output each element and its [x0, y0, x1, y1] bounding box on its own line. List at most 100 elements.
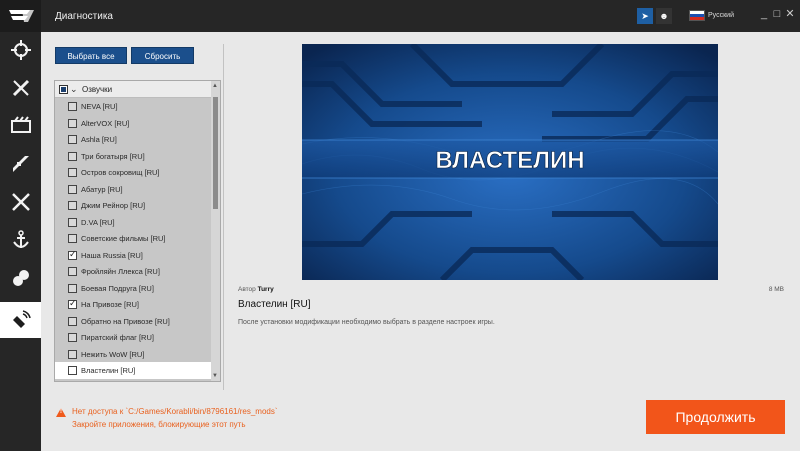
reset-button[interactable]: Сбросить: [131, 47, 194, 64]
crosshair-icon: [10, 40, 31, 60]
scrollbar[interactable]: ▲ ▼: [211, 81, 220, 381]
author-name: Turry: [257, 286, 274, 293]
maximize-button[interactable]: □: [771, 8, 783, 20]
mod-title: Властелин [RU]: [238, 299, 311, 310]
list-item[interactable]: Советские фильмы [RU]: [55, 230, 211, 247]
checkbox[interactable]: [68, 249, 77, 260]
list-item[interactable]: Джим Рейнор [RU]: [55, 197, 211, 214]
checkbox[interactable]: [68, 151, 77, 161]
scrollbar-thumb[interactable]: [213, 97, 218, 209]
checkbox[interactable]: [68, 283, 77, 293]
checkbox[interactable]: [68, 316, 77, 326]
language-selector[interactable]: Русский: [708, 12, 734, 19]
minimize-button[interactable]: _: [758, 8, 770, 20]
russia-flag-icon[interactable]: [689, 10, 705, 21]
select-all-button[interactable]: Выбрать все: [55, 47, 127, 64]
mod-description: После установки модификации необходимо в…: [238, 319, 495, 326]
sidebar-item-film[interactable]: [0, 108, 41, 144]
list-item-label: Абатур [RU]: [81, 184, 123, 194]
list-item[interactable]: Абатур [RU]: [55, 181, 211, 198]
checkbox[interactable]: [68, 298, 77, 309]
list-item[interactable]: Остров сокровищ [RU]: [55, 164, 211, 181]
list-item[interactable]: AlterVOX [RU]: [55, 115, 211, 132]
list-item[interactable]: NEVA [RU]: [55, 98, 211, 115]
checkbox[interactable]: [68, 201, 77, 210]
community-icon[interactable]: ☻: [656, 8, 672, 24]
checkbox[interactable]: [68, 366, 77, 375]
anchor-icon: [12, 230, 29, 248]
checkbox[interactable]: [68, 118, 77, 128]
list-item-label: Три богатыря [RU]: [81, 151, 145, 161]
list-item[interactable]: Наша Russia [RU]: [55, 247, 211, 264]
warning-icon: [56, 408, 66, 417]
list-item-label: Пиратский флаг [RU]: [81, 333, 154, 342]
list-item[interactable]: Нежить WoW [RU]: [55, 346, 211, 363]
author-prefix: Автор: [238, 286, 256, 293]
sidebar-item-anchor[interactable]: [0, 222, 41, 258]
checkbox[interactable]: [68, 168, 77, 177]
banner-text: ВЛАСТЕЛИН: [435, 147, 584, 174]
checkbox[interactable]: [68, 102, 77, 111]
sidebar-item-satellite[interactable]: [0, 302, 41, 338]
sidebar-item-swords[interactable]: [0, 184, 41, 220]
list-item-label: На Привозе [RU]: [81, 300, 140, 309]
telegram-icon[interactable]: ➤: [637, 8, 653, 24]
window-title: Диагностика: [55, 11, 113, 22]
list-item[interactable]: Фройляйн Ллекса [RU]: [55, 263, 211, 280]
checkbox[interactable]: [68, 349, 77, 359]
list-item[interactable]: Обратно на Привозе [RU]: [55, 313, 211, 330]
list-item[interactable]: Боевая Подруга [RU]: [55, 280, 211, 297]
checkbox[interactable]: [68, 234, 77, 243]
mods-icon: [12, 270, 29, 286]
list-item-label: Фройляйн Ллекса [RU]: [81, 267, 160, 276]
mod-list: ⌄ Озвучки NEVA [RU] AlterVOX [RU] Ashla …: [54, 80, 221, 382]
tools-icon: [12, 79, 29, 97]
sidebar-item-crosshair[interactable]: [0, 32, 41, 68]
checkbox[interactable]: [68, 217, 77, 227]
sidebar-item-tools[interactable]: [0, 70, 41, 106]
group-checkbox[interactable]: [59, 85, 68, 94]
title-bar: Диагностика ➤ ☻ Русский _ □ ✕: [0, 0, 800, 32]
list-item-label: Властелин [RU]: [81, 366, 136, 375]
sidebar-item-mods[interactable]: [0, 260, 41, 296]
app-logo-icon: [0, 0, 41, 32]
error-message: Нет доступа к `C:/Games/Korabli/bin/8796…: [72, 407, 278, 416]
list-item-label: Джим Рейнор [RU]: [81, 201, 146, 210]
checkbox[interactable]: [68, 135, 77, 144]
list-item-label: Нежить WoW [RU]: [81, 349, 145, 359]
divider: [223, 44, 224, 390]
list-item-label: Остров сокровищ [RU]: [81, 168, 160, 177]
list-item-label: NEVA [RU]: [81, 102, 118, 111]
sidebar-item-ship[interactable]: [0, 146, 41, 182]
list-item-label: Советские фильмы [RU]: [81, 234, 166, 243]
continue-button[interactable]: Продолжить: [646, 400, 785, 434]
list-item-label: Обратно на Привозе [RU]: [81, 316, 170, 326]
mod-size: 8 MB: [768, 286, 784, 293]
group-label: Озвучки: [82, 85, 113, 94]
list-item[interactable]: На Привозе [RU]: [55, 296, 211, 313]
list-item-selected[interactable]: Властелин [RU]: [55, 362, 211, 379]
list-item[interactable]: Пиратский флаг [RU]: [55, 329, 211, 346]
checkbox[interactable]: [68, 184, 77, 194]
group-header[interactable]: ⌄ Озвучки: [55, 81, 211, 98]
list-item[interactable]: Ashla [RU]: [55, 131, 211, 148]
list-item-label: Ashla [RU]: [81, 135, 117, 144]
error-hint: Закройте приложения, блокирующие этот пу…: [72, 420, 246, 429]
list-item[interactable]: D.VA [RU]: [55, 214, 211, 231]
scroll-down-icon[interactable]: ▼: [212, 373, 218, 379]
mod-preview-image: ВЛАСТЕЛИН: [302, 44, 718, 280]
chevron-down-icon[interactable]: ⌄: [70, 84, 78, 95]
swords-icon: [11, 193, 30, 211]
close-button[interactable]: ✕: [784, 8, 796, 20]
list-item[interactable]: Три богатыря [RU]: [55, 148, 211, 165]
ship-icon: [12, 156, 29, 172]
checkbox[interactable]: [68, 267, 77, 276]
scroll-up-icon[interactable]: ▲: [212, 83, 218, 89]
list-item-label: D.VA [RU]: [81, 217, 115, 227]
list-item-label: AlterVOX [RU]: [81, 118, 130, 128]
author-line: Автор Turry: [238, 286, 274, 293]
sidebar: [0, 32, 41, 451]
satellite-icon: [12, 310, 31, 328]
film-icon: [10, 116, 31, 133]
checkbox[interactable]: [68, 333, 77, 342]
